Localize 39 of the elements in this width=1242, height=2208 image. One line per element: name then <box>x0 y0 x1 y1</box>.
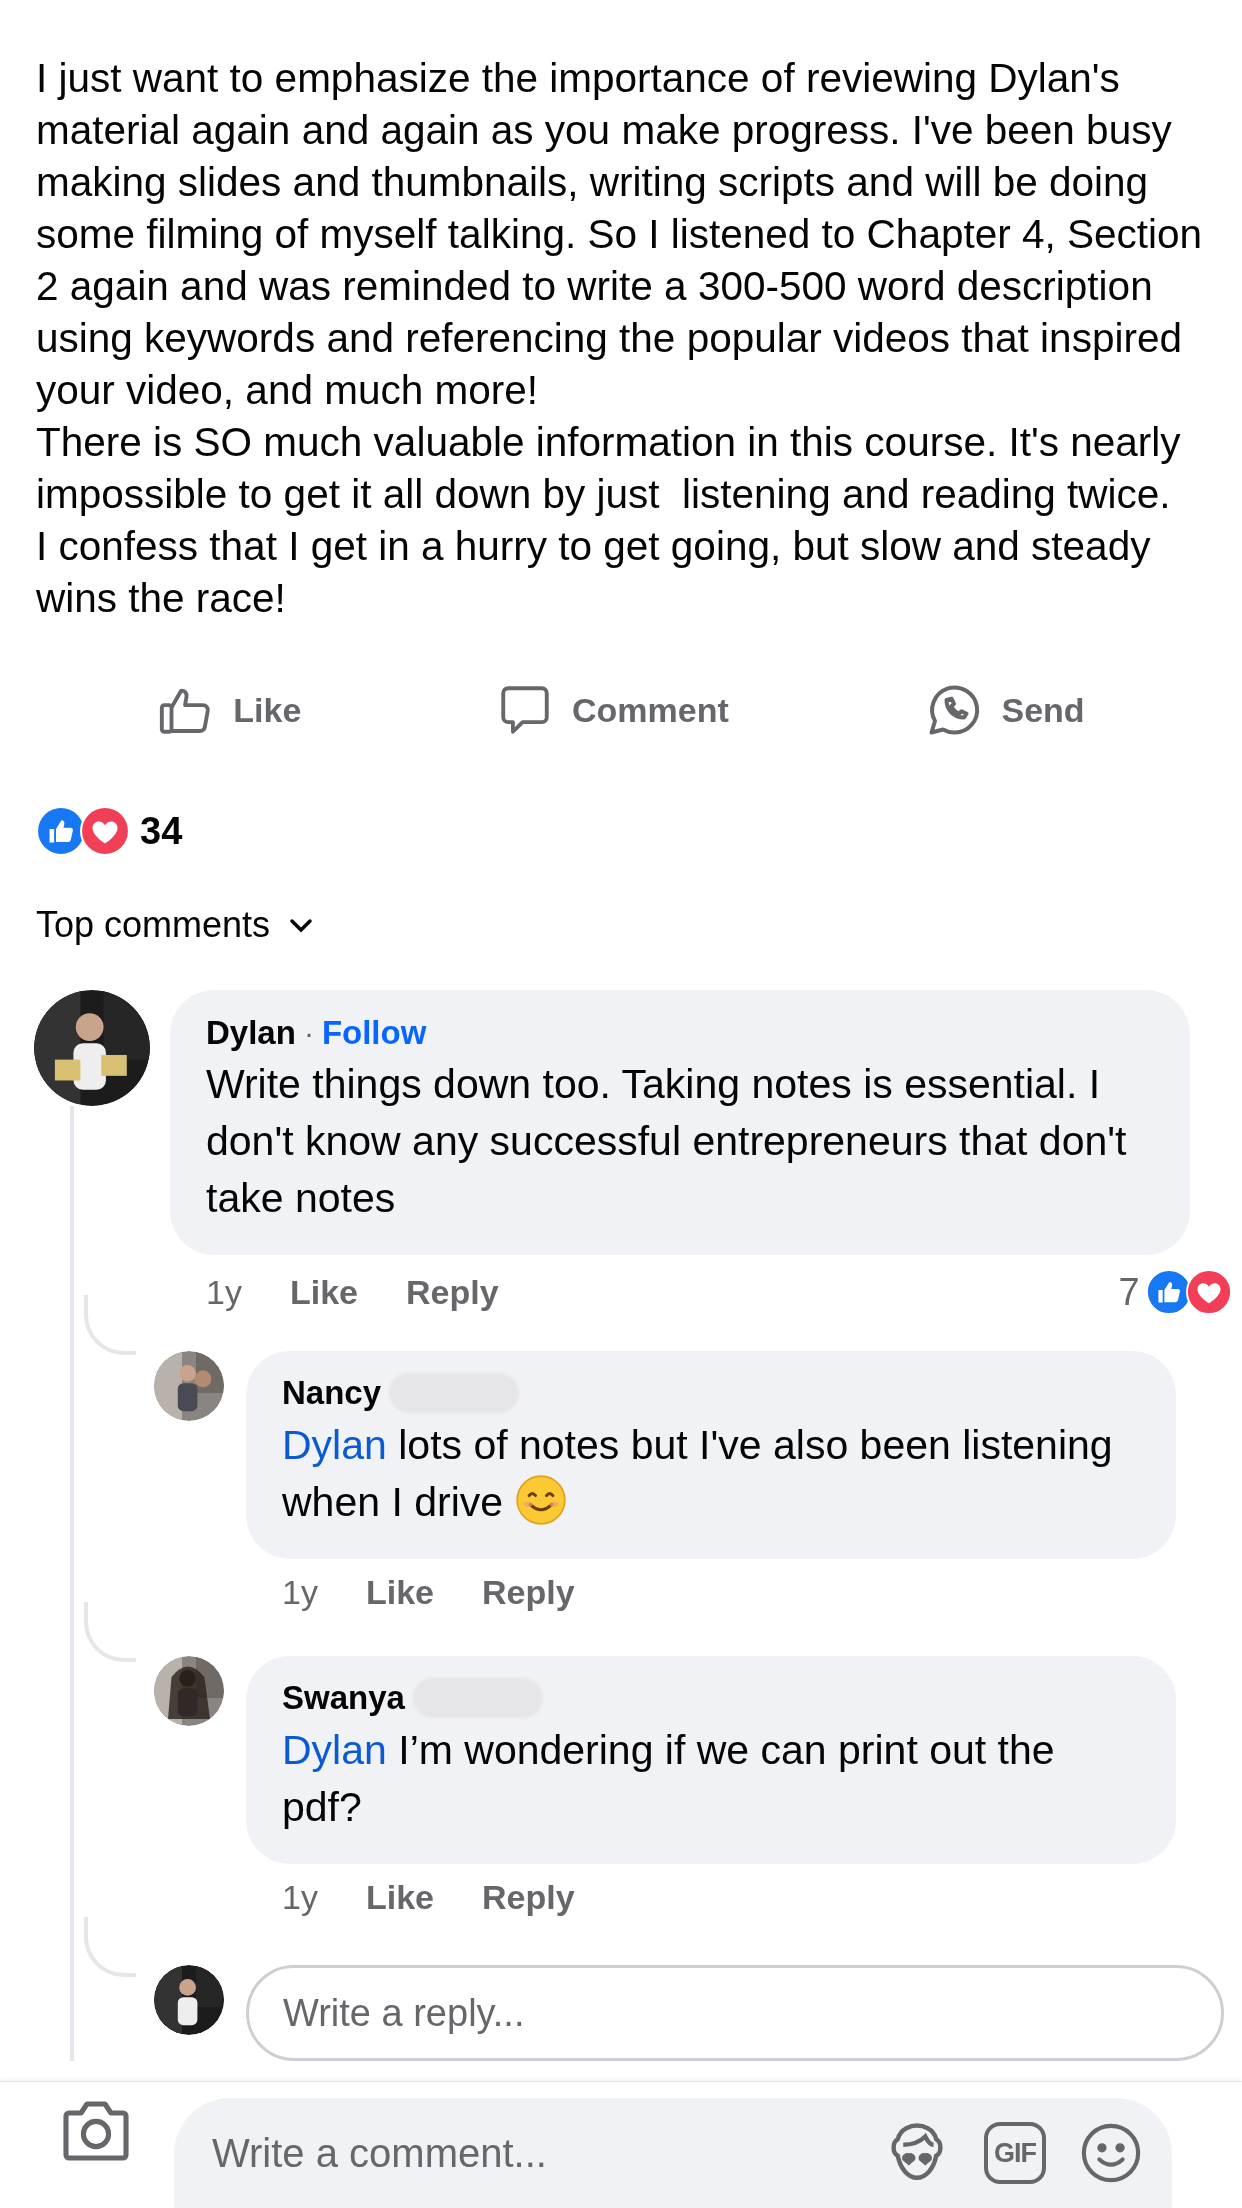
like-link[interactable]: Like <box>365 1573 434 1612</box>
gif-button[interactable]: GIF <box>984 2122 1046 2184</box>
follow-link[interactable]: Follow <box>321 1014 427 1052</box>
camera-icon[interactable] <box>60 2098 132 2164</box>
thread-connector <box>84 1602 136 1662</box>
like-link[interactable]: Like <box>365 1878 434 1917</box>
comment-time: 1y <box>282 1878 318 1917</box>
post-text: There is SO much valuable information in this course. It's nearly impossible to get it all down by just listening and reading twice. <box>36 418 1182 519</box>
mention-link[interactable]: Dylan <box>282 1422 387 1468</box>
comment-button[interactable]: Comment <box>476 671 749 749</box>
reaction-count: 7 <box>1118 1270 1140 1314</box>
comment-time: 1y <box>282 1573 318 1612</box>
love-reaction-icon <box>80 806 130 856</box>
comment-text: Dylan lots of notes but I've also been listening when I drive <box>282 1421 1114 1528</box>
send-button[interactable]: Send <box>903 670 1105 750</box>
reply-link[interactable]: Reply <box>481 1878 575 1917</box>
comment-text: Dylan I’m wondering if we can print out the pdf? <box>282 1726 1056 1832</box>
author-name: Dylan <box>206 1014 296 1052</box>
sort-dropdown[interactable]: Top comments <box>36 904 315 946</box>
like-button[interactable]: Like <box>137 671 322 749</box>
reply-input[interactable]: Write a reply... <box>246 1965 1224 2061</box>
reply-link[interactable]: Reply <box>405 1272 499 1312</box>
reply-link[interactable]: Reply <box>481 1573 575 1612</box>
emoji-icon[interactable] <box>1080 2122 1142 2184</box>
like-link[interactable]: Like <box>289 1272 358 1312</box>
thread-connector <box>84 1295 136 1355</box>
comment-field[interactable]: Write a comment... GIF <box>174 2098 1172 2208</box>
chevron-down-icon <box>288 917 315 933</box>
author-name: Swanya <box>282 1679 405 1717</box>
author-name: Nancy <box>282 1374 382 1412</box>
reaction-count: 34 <box>140 809 183 853</box>
separator-dot: · <box>303 1016 314 1050</box>
mention-link[interactable]: Dylan <box>282 1727 387 1773</box>
comment-time: 1y <box>206 1272 242 1312</box>
post-text: I just want to emphasize the importance of reviewing Dylan's material again and again as you make progress. I've been busy making slides and thumbnails, writing scripts and will be doing some filming of myself talking. So I listened to Chapter 4, Section 2 again and was reminded to write a 300-500 word description using keywords and referencing the popular videos that inspired your video, and much more! <box>36 54 1204 415</box>
love-reaction-icon <box>1186 1269 1232 1315</box>
thread-connector <box>84 1917 136 1977</box>
post-text: I confess that I get in a hurry to get going, but slow and steady wins the race! <box>36 522 1152 623</box>
comment-text: Write things down too. Taking notes is essential. I don't know any successful entrepreneurs that don't take notes <box>206 1060 1128 1223</box>
